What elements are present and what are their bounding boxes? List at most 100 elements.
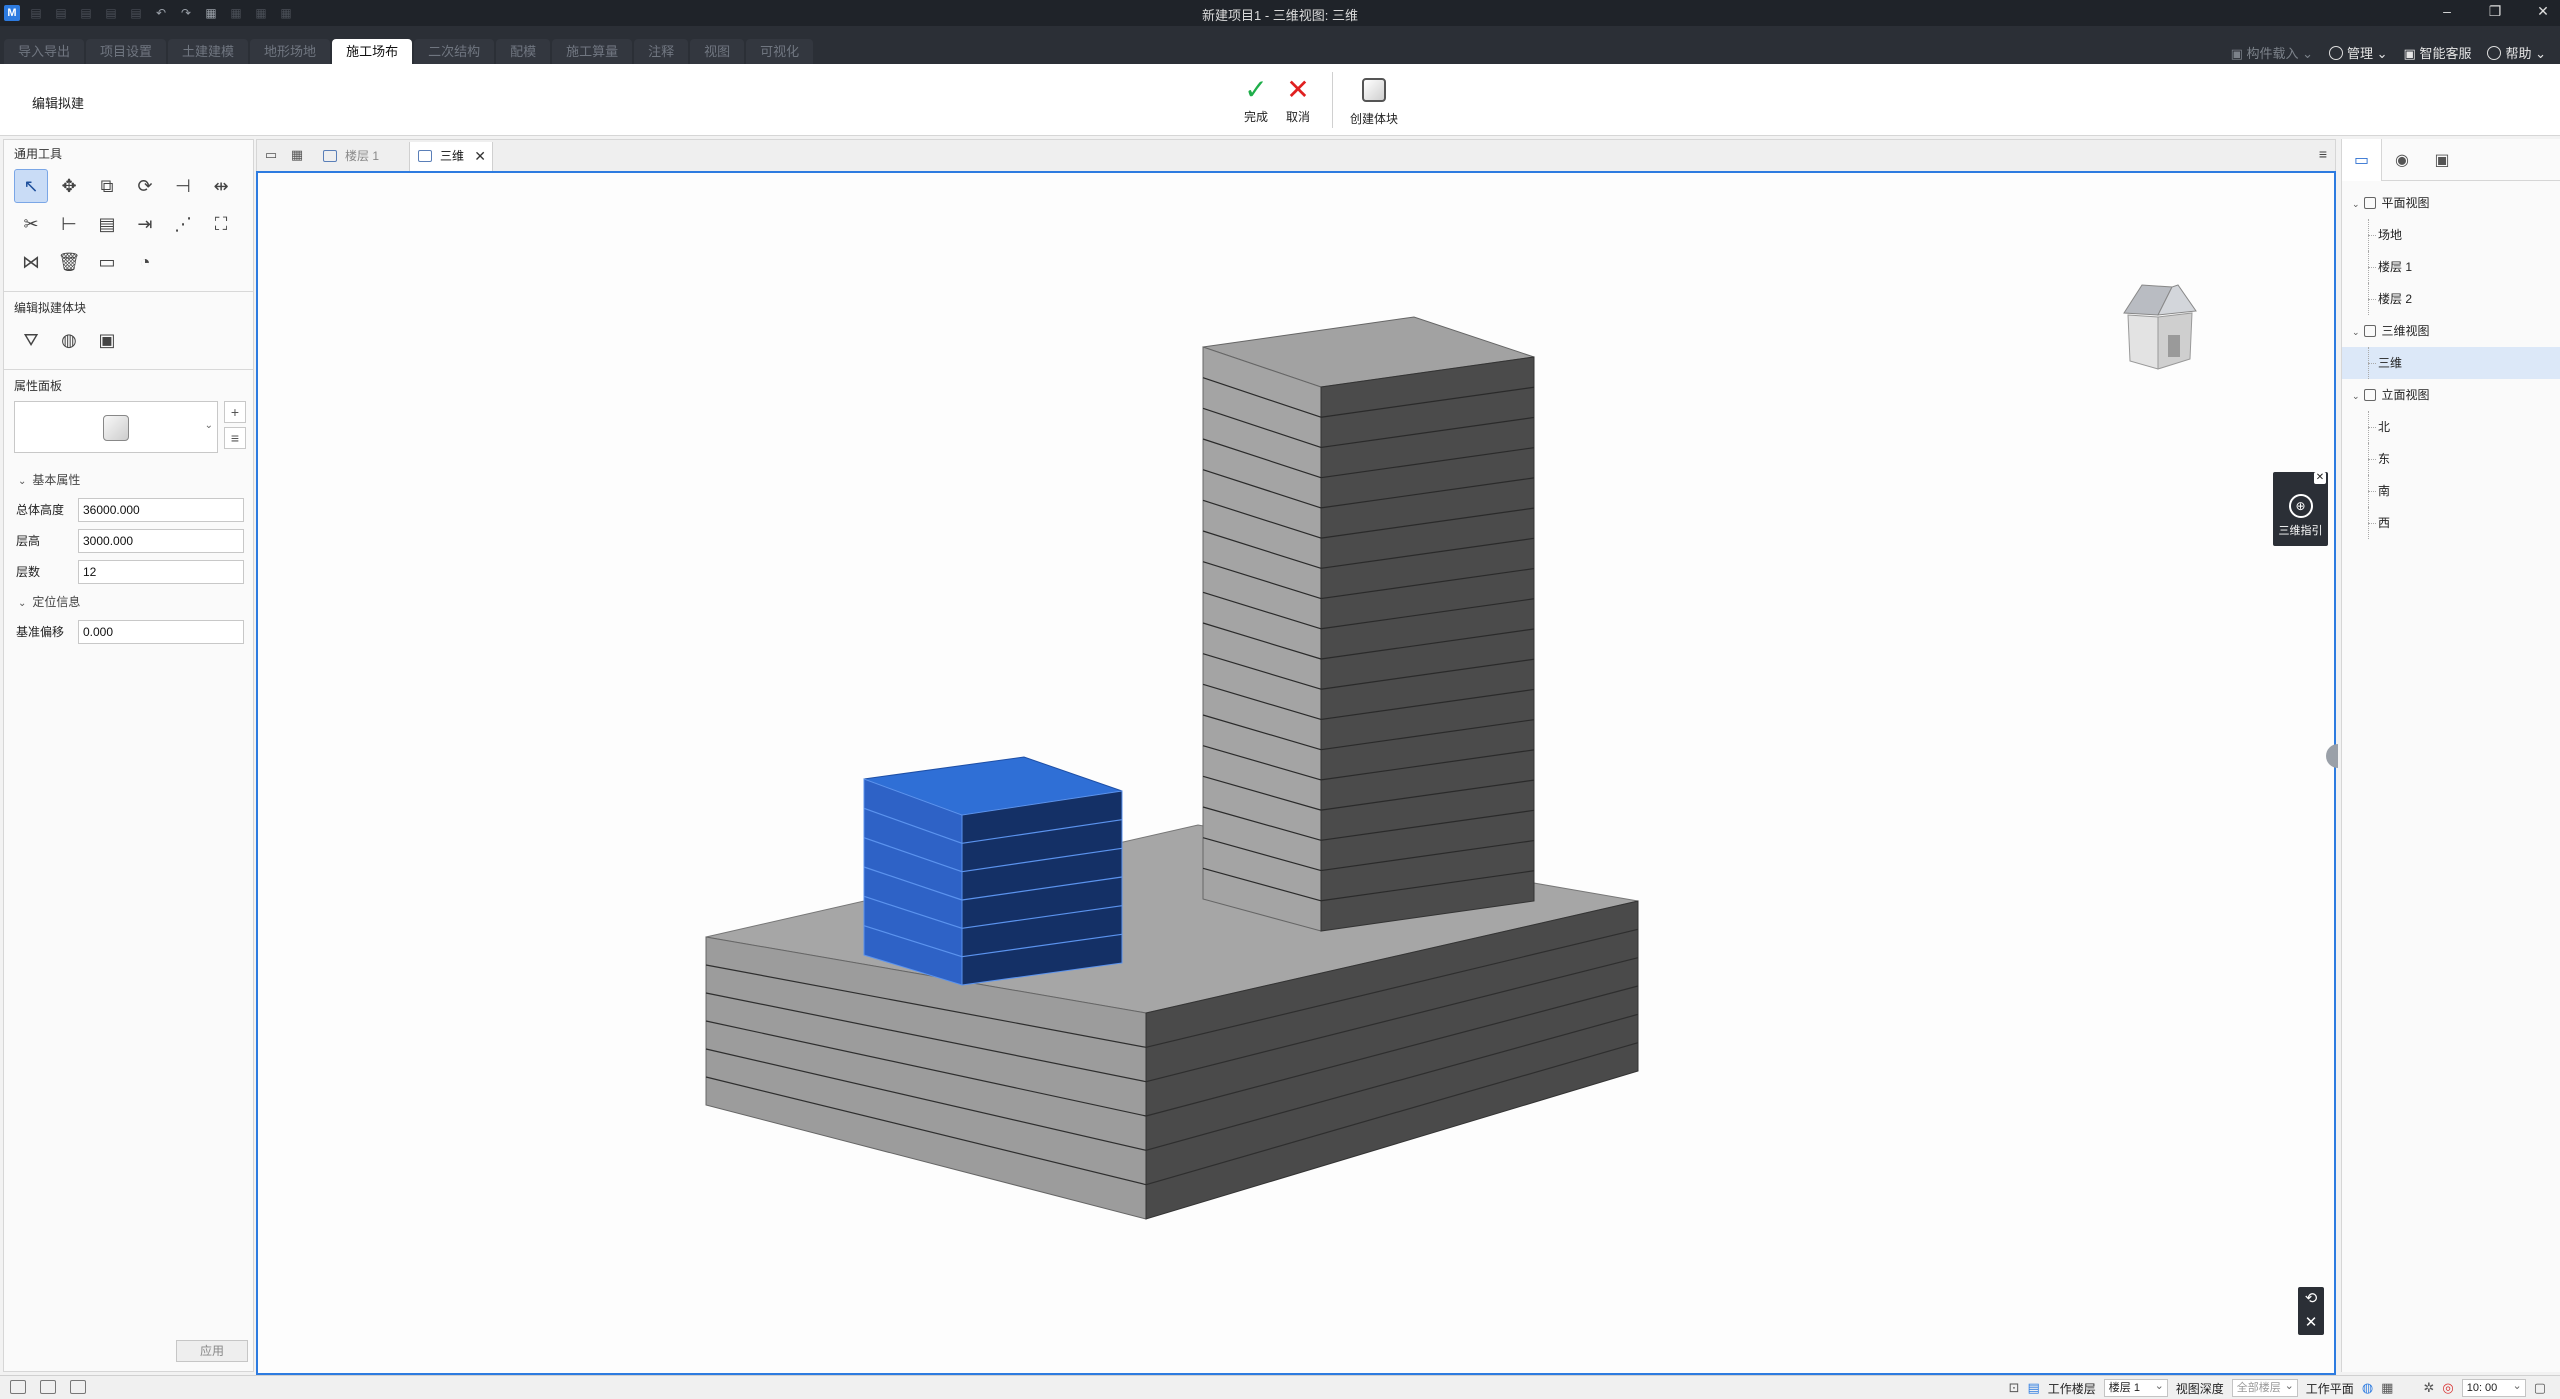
tree-item[interactable]: 北 <box>2342 411 2560 443</box>
3d-viewport[interactable] <box>256 171 2336 1375</box>
views-browser-tab[interactable]: ▭ <box>2342 139 2382 181</box>
ribbon-tab-1[interactable]: 项目设置 <box>86 39 167 64</box>
3d-scene[interactable] <box>258 173 2334 1373</box>
ribbon-tab-2[interactable]: 土建建模 <box>168 39 249 64</box>
angle-tool-icon[interactable]: ◔ <box>128 245 162 279</box>
extend-tool-icon[interactable]: ⇥ <box>128 207 162 241</box>
ribbon-tab-6[interactable]: 配模 <box>496 39 551 64</box>
zoom-fit-icon[interactable]: ⊡ <box>2009 1380 2020 1396</box>
select-tool-icon[interactable]: ↖ <box>14 169 48 203</box>
support-button[interactable]: ▣ 智能客服 <box>2404 43 2472 62</box>
floor-plan-icon[interactable]: ▭ <box>263 148 279 162</box>
reset-view-icon[interactable]: ⟲ <box>2298 1287 2324 1311</box>
snap-icon[interactable]: ▦ <box>2381 1380 2393 1396</box>
minimize-button[interactable]: – <box>2438 3 2456 20</box>
filter-tool-icon[interactable]: ⛛ <box>14 323 48 357</box>
tree-item[interactable]: 场地 <box>2342 219 2560 251</box>
3d-guide-widget[interactable]: ✕ ⊕ 三维指引 <box>2273 472 2328 546</box>
ribbon-tab-9[interactable]: 视图 <box>690 39 745 64</box>
export-icon[interactable]: ▤ <box>128 5 144 21</box>
property-value-field[interactable]: 0.000 <box>78 619 244 644</box>
undo-icon[interactable]: ↶ <box>153 5 169 21</box>
property-value-field[interactable]: 36000.000 <box>78 497 244 522</box>
component-load-button[interactable]: ▣ 构件载入 ⌄ <box>2231 43 2313 62</box>
close-window-button[interactable]: ✕ <box>2534 3 2552 20</box>
tab-3d[interactable]: 三维 ✕ <box>409 142 493 172</box>
settings-icon[interactable]: ▦ <box>278 5 294 21</box>
selected-block[interactable] <box>863 756 1123 986</box>
display-mode-icon[interactable]: ▢ <box>2534 1380 2546 1396</box>
paste-icon[interactable]: ▦ <box>253 5 269 21</box>
copy-tool-icon[interactable]: ⧉ <box>90 169 124 203</box>
small-grid-icon[interactable] <box>40 1380 56 1394</box>
ribbon-tab-0[interactable]: 导入导出 <box>4 39 85 64</box>
multi-view-icon[interactable] <box>70 1380 86 1394</box>
manage-button[interactable]: 管理 ⌄ <box>2329 43 2388 62</box>
view-cube-icon[interactable] <box>2123 284 2197 370</box>
type-selector[interactable]: ⌄ <box>14 401 218 453</box>
tree-group[interactable]: ⌄ 平面视图 <box>2342 187 2560 219</box>
tree-item[interactable]: 东 <box>2342 443 2560 475</box>
split-tool-icon[interactable]: ⋰ <box>166 207 200 241</box>
globe-tool-icon[interactable]: ◍ <box>52 323 86 357</box>
ribbon-tab-7[interactable]: 施工算量 <box>552 39 633 64</box>
scale-select[interactable]: 10: 00 <box>2461 1378 2526 1397</box>
work-plane-icon[interactable]: ◍ <box>2362 1380 2373 1396</box>
save-as-icon[interactable]: ▤ <box>103 5 119 21</box>
cancel-button[interactable]: ✕ 取消 <box>1276 74 1320 125</box>
tree-item[interactable]: 南 <box>2342 475 2560 507</box>
tree-item[interactable]: 三维 <box>2342 347 2560 379</box>
ribbon-tab-5[interactable]: 二次结构 <box>414 39 495 64</box>
ribbon-tab-3[interactable]: 地形场地 <box>250 39 331 64</box>
tree-item[interactable]: 西 <box>2342 507 2560 539</box>
array-tool-icon[interactable]: ▤ <box>90 207 124 241</box>
property-value-field[interactable]: 3000.000 <box>78 528 244 553</box>
ribbon-tab-10[interactable]: 可视化 <box>746 39 814 64</box>
view-depth-select[interactable]: 全部楼层 <box>2231 1378 2298 1397</box>
basic-props-group[interactable]: ⌄ 基本属性 <box>4 465 253 494</box>
block-edit-tool-icon[interactable]: ▣ <box>90 323 124 357</box>
close-nav-icon[interactable]: ✕ <box>2298 1311 2324 1335</box>
ribbon-tab-8[interactable]: 注释 <box>634 39 689 64</box>
measure-tool-icon[interactable]: ⊢ <box>52 207 86 241</box>
create-volume-button[interactable]: 创建体块 <box>1342 74 1406 127</box>
grid-view-icon[interactable] <box>10 1380 26 1394</box>
redo-icon[interactable]: ↷ <box>178 5 194 21</box>
property-value-field[interactable]: 12 <box>78 559 244 584</box>
rotate-tool-icon[interactable]: ⟳ <box>128 169 162 203</box>
floor-icon[interactable]: ▤ <box>2027 1380 2039 1396</box>
tab-floor-1[interactable]: 楼层 1 <box>315 142 407 172</box>
cube-view-icon[interactable]: ▦ <box>203 5 219 21</box>
tab-menu-icon[interactable]: ≡ <box>2319 146 2327 162</box>
ruler-tool-icon[interactable]: ▭ <box>90 245 124 279</box>
tree-group[interactable]: ⌄ 立面视图 <box>2342 379 2560 411</box>
save-icon[interactable]: ▤ <box>78 5 94 21</box>
type-list-button[interactable]: ≡ <box>224 427 246 449</box>
work-floor-select[interactable]: 楼层 1 <box>2103 1378 2168 1397</box>
align-tool-icon[interactable]: ⊣ <box>166 169 200 203</box>
offset-tool-icon[interactable]: ⇹ <box>204 169 238 203</box>
pin-icon[interactable]: ✲ <box>2423 1380 2434 1396</box>
location-props-group[interactable]: ⌄ 定位信息 <box>4 587 253 616</box>
delete-tool-icon[interactable]: 🗑 <box>52 245 86 279</box>
add-type-button[interactable]: + <box>224 401 246 423</box>
move-tool-icon[interactable]: ✥ <box>52 169 86 203</box>
mirror-tool-icon[interactable]: ⋈ <box>14 245 48 279</box>
ribbon-tab-4[interactable]: 施工场布 <box>332 39 413 64</box>
tree-item[interactable]: 楼层 2 <box>2342 283 2560 315</box>
copy-icon[interactable]: ▦ <box>228 5 244 21</box>
tree-item[interactable]: 楼层 1 <box>2342 251 2560 283</box>
open-file-icon[interactable]: ▤ <box>53 5 69 21</box>
restore-button[interactable]: ❐ <box>2486 3 2504 20</box>
close-tab-icon[interactable]: ✕ <box>474 142 486 170</box>
tree-group[interactable]: ⌄ 三维视图 <box>2342 315 2560 347</box>
scale-tool-icon[interactable]: ⛶ <box>204 207 238 241</box>
tower-building[interactable] <box>1202 316 1535 932</box>
trim-tool-icon[interactable]: ✂ <box>14 207 48 241</box>
finish-button[interactable]: ✓ 完成 <box>1234 74 1278 125</box>
help-button[interactable]: 帮助 ⌄ <box>2487 43 2546 62</box>
new-file-icon[interactable]: ▤ <box>28 5 44 21</box>
apply-button[interactable]: 应用 <box>176 1340 248 1362</box>
visibility-tab[interactable]: ◉ <box>2382 139 2422 181</box>
alert-icon[interactable]: ◎ <box>2442 1380 2453 1396</box>
